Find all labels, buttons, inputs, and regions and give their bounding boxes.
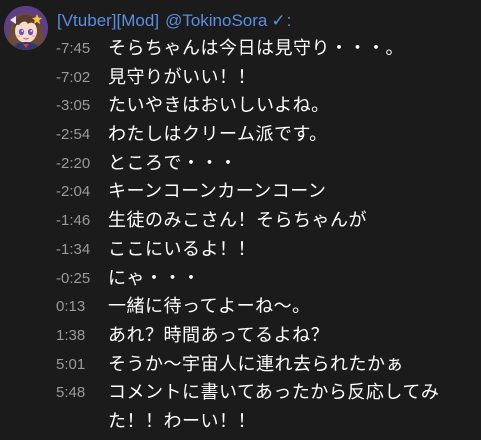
chat-message: -2:04 キーンコーンカーンコーン <box>56 178 476 207</box>
chat-message: -7:45 そらちゃんは今日は見守り・・・。 <box>56 35 476 64</box>
avatar[interactable] <box>4 6 48 50</box>
message-timestamp[interactable]: -0:25 <box>56 265 108 294</box>
message-text: そらちゃんは今日は見守り・・・。 <box>108 38 404 59</box>
message-timestamp[interactable]: 5:48 <box>56 379 108 408</box>
message-timestamp[interactable]: -2:54 <box>56 121 108 150</box>
message-text: 生徒のみこさん！そらちゃんが <box>108 210 367 232</box>
message-timestamp[interactable]: -2:20 <box>56 150 108 179</box>
message-timestamp[interactable]: -2:04 <box>56 178 108 207</box>
message-text: ここにいるよ！！ <box>108 238 256 260</box>
chat-message: -1:34 ここにいるよ！！ <box>56 236 476 265</box>
message-timestamp[interactable]: -3:05 <box>56 92 108 121</box>
message-timestamp[interactable]: -7:02 <box>56 64 108 93</box>
message-text: 一緒に待ってよーね〜。 <box>108 296 311 318</box>
chat-message: -0:25 にゃ・・・ <box>56 265 476 294</box>
message-text: あれ？時間あってるよね？ <box>108 324 330 346</box>
message-list: -7:45 そらちゃんは今日は見守り・・・。 -7:02 見守りがいい！！ -3… <box>56 35 476 437</box>
message-text: キーンコーンカーンコーン <box>108 181 327 203</box>
message-timestamp[interactable]: -1:46 <box>56 207 108 236</box>
chat-message: 5:01 そうか〜宇宙人に連れ去られたかぁ <box>56 351 476 380</box>
chat-message: 5:48 コメントに書いてあったから反応してみた！！わーい！！ <box>56 379 476 436</box>
message-text: コメントに書いてあったから反応してみた！！わーい！！ <box>108 382 440 432</box>
message-timestamp[interactable]: -1:34 <box>56 236 108 265</box>
message-timestamp[interactable]: 1:38 <box>56 322 108 351</box>
message-timestamp[interactable]: 0:13 <box>56 293 108 322</box>
chat-message: -1:46 生徒のみこさん！そらちゃんが <box>56 207 476 236</box>
chat-message: 0:13 一緒に待ってよーね〜。 <box>56 293 476 322</box>
chat-message: 1:38 あれ？時間あってるよね？ <box>56 322 476 351</box>
message-timestamp[interactable]: -7:45 <box>56 35 108 64</box>
message-text: ところで・・・ <box>108 152 238 174</box>
avatar-image <box>4 6 48 50</box>
chat-author-header: [Vtuber][Mod] @TokinoSora ✓ : <box>57 8 291 34</box>
chat-replay-panel: [Vtuber][Mod] @TokinoSora ✓ : -7:45 そらちゃ… <box>0 0 481 440</box>
message-timestamp[interactable]: 5:01 <box>56 351 108 380</box>
verified-check-icon: ✓ <box>271 11 286 30</box>
message-text: わたしはクリーム派です。 <box>108 124 328 146</box>
chat-message: -3:05 たいやきはおいしいよね。 <box>56 92 476 121</box>
author-badges: [Vtuber][Mod] <box>57 11 160 30</box>
chat-message: -2:20 ところで・・・ <box>56 150 476 179</box>
author-colon: : <box>286 11 292 30</box>
message-text: にゃ・・・ <box>108 267 201 289</box>
chat-message: -7:02 見守りがいい！！ <box>56 64 476 93</box>
chat-message: -2:54 わたしはクリーム派です。 <box>56 121 476 150</box>
message-text: 見守りがいい！！ <box>108 66 256 88</box>
author-name[interactable]: @TokinoSora <box>165 11 267 31</box>
message-text: そうか〜宇宙人に連れ去られたかぁ <box>108 353 404 375</box>
message-text: たいやきはおいしいよね。 <box>108 95 330 117</box>
